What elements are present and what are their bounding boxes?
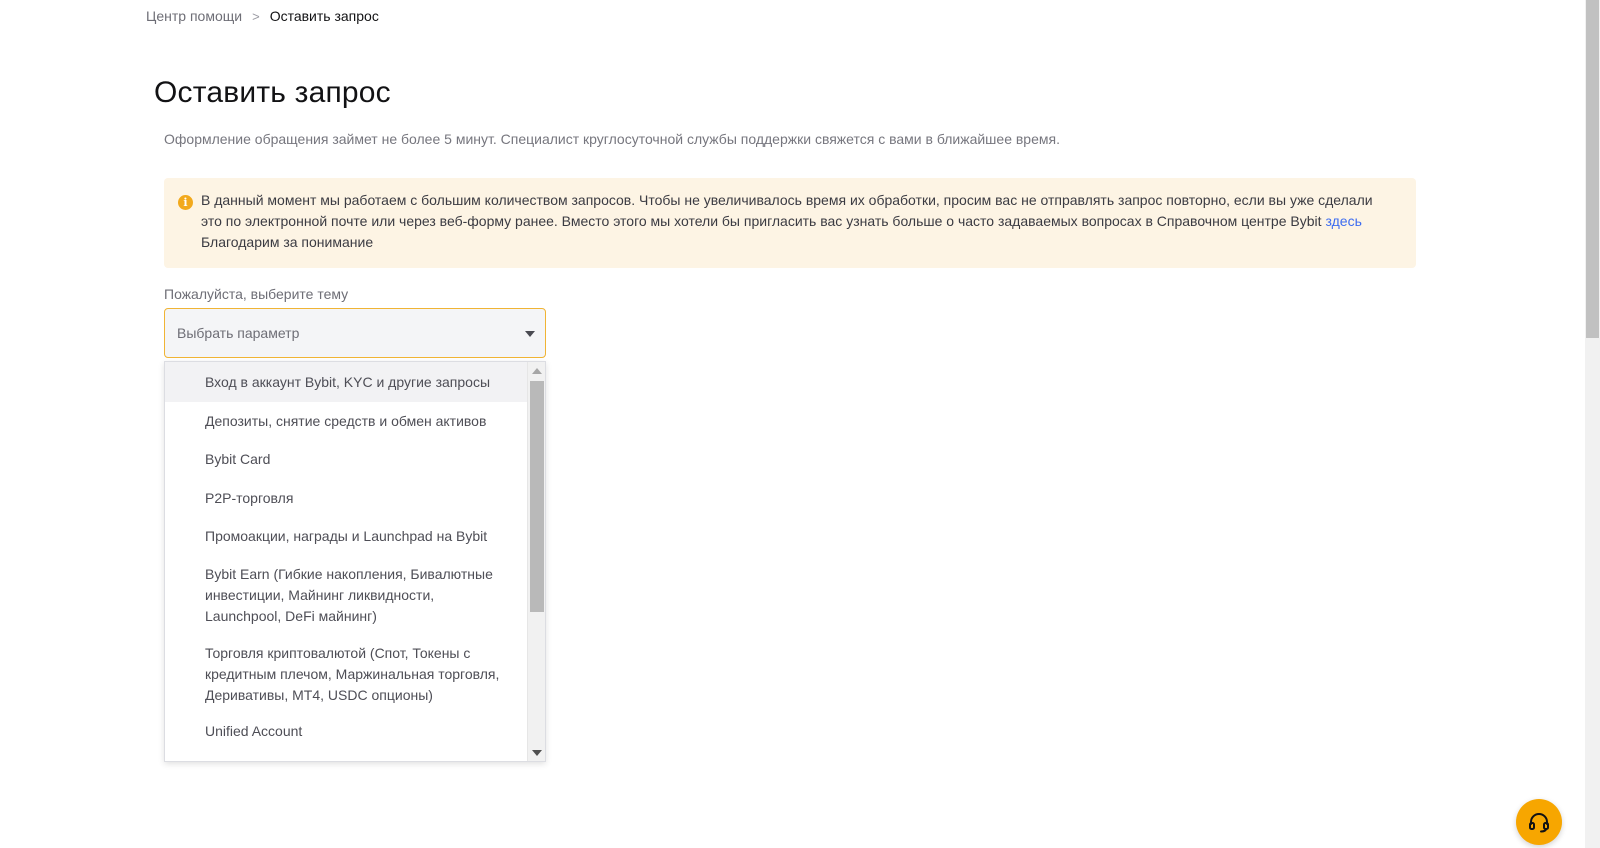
- topic-dropdown: Вход в аккаунт Bybit, KYC и другие запро…: [164, 361, 546, 762]
- caret-down-icon: [525, 331, 535, 337]
- scroll-down-arrow-icon[interactable]: [532, 750, 542, 756]
- topic-select[interactable]: Выбрать параметр: [164, 308, 546, 358]
- topic-option[interactable]: P2P-торговля: [165, 479, 528, 517]
- notice-banner: i В данный момент мы работаем с большим …: [164, 178, 1416, 268]
- topic-option[interactable]: Bybit Earn (Гибкие накопления, Бивалютны…: [165, 555, 528, 635]
- topic-select-placeholder: Выбрать параметр: [177, 325, 300, 341]
- headset-icon: [1529, 813, 1549, 833]
- topic-option[interactable]: Торговля криптовалютой (Спот, Токены с к…: [165, 635, 528, 713]
- page-scrollbar-thumb[interactable]: [1586, 0, 1599, 338]
- breadcrumb-home-link[interactable]: Центр помощи: [146, 8, 242, 24]
- topic-label: Пожалуйста, выберите тему: [164, 286, 349, 302]
- topic-option[interactable]: Промоакции, награды и Launchpad на Bybit: [165, 517, 528, 555]
- page-subtitle: Оформление обращения займет не более 5 м…: [164, 131, 1060, 147]
- dropdown-scrollbar-thumb[interactable]: [530, 381, 544, 612]
- topic-option[interactable]: Вход в аккаунт Bybit, KYC и другие запро…: [165, 362, 528, 402]
- notice-thanks: Благодарим за понимание: [201, 234, 374, 250]
- info-icon: i: [178, 195, 193, 210]
- page-scrollbar[interactable]: [1585, 0, 1600, 848]
- page-title: Оставить запрос: [154, 76, 391, 109]
- topic-option-list: Вход в аккаунт Bybit, KYC и другие запро…: [165, 362, 528, 750]
- scroll-up-arrow-icon[interactable]: [532, 368, 542, 374]
- notice-text: В данный момент мы работаем с большим ко…: [201, 192, 1373, 229]
- chevron-right-icon: >: [252, 8, 260, 24]
- topic-option[interactable]: Депозиты, снятие средств и обмен активов: [165, 402, 528, 440]
- topic-option[interactable]: Unified Account: [165, 713, 528, 750]
- support-chat-button[interactable]: [1516, 799, 1562, 845]
- dropdown-scrollbar[interactable]: [527, 362, 545, 761]
- notice-text-block: В данный момент мы работаем с большим ко…: [201, 190, 1396, 232]
- notice-link[interactable]: здесь: [1326, 213, 1362, 229]
- topic-option[interactable]: Bybit Card: [165, 440, 528, 479]
- breadcrumb: Центр помощи > Оставить запрос: [146, 8, 379, 24]
- breadcrumb-current: Оставить запрос: [269, 8, 379, 24]
